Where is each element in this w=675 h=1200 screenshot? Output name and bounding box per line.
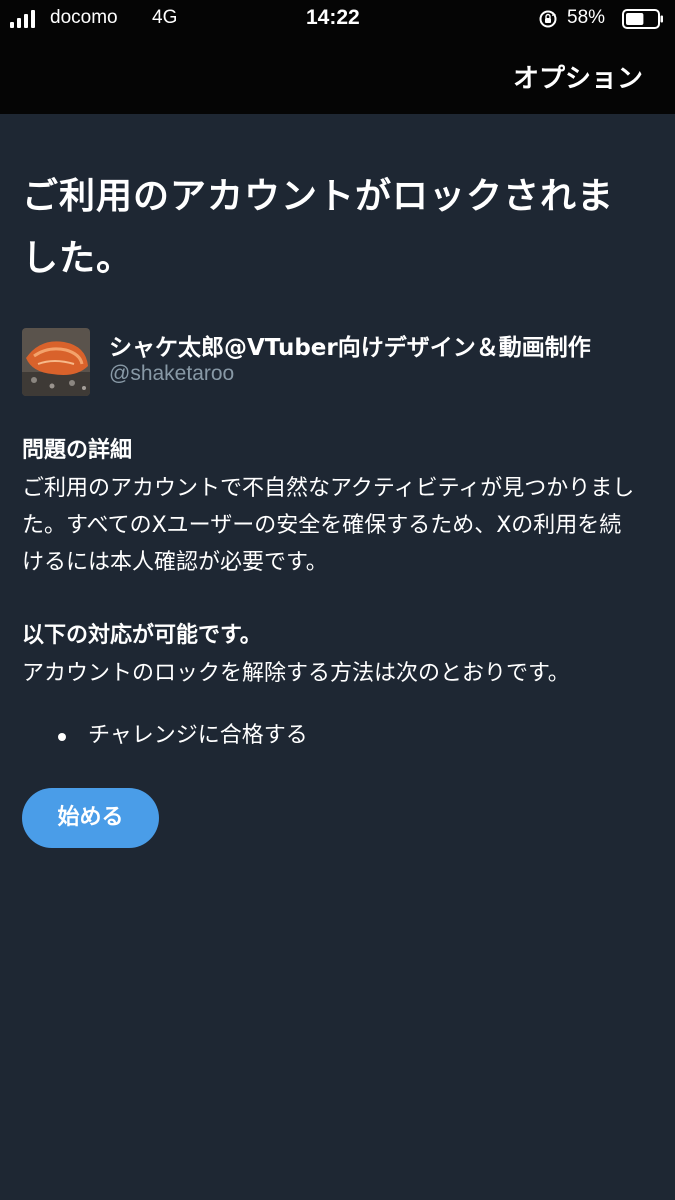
rotation-lock-icon	[539, 10, 557, 28]
network-type: 4G	[152, 7, 178, 28]
status-bar: docomo 4G 14:22 58%	[0, 0, 675, 38]
status-time: 14:22	[306, 6, 360, 29]
carrier-name: docomo	[50, 7, 118, 28]
list-item-label: チャレンジに合格する	[88, 723, 308, 748]
page-title: ご利用のアカウントがロックされました。	[22, 176, 615, 279]
avatar	[22, 328, 90, 396]
details-body: ご利用のアカウントで不自然なアクティビティが見つかりました。すべてのXユーザーの…	[22, 476, 635, 575]
account-card: シャケ太郎@VTuber向けデザイン＆動画制作 @shaketaroo	[22, 328, 642, 398]
list-item: チャレンジに合格する	[22, 716, 642, 756]
details-heading: 問題の詳細	[22, 438, 133, 463]
options-body: アカウントのロックを解除する方法は次のとおりです。	[22, 661, 570, 686]
bullet-icon	[58, 733, 66, 741]
account-handle: @shaketaroo	[109, 362, 235, 385]
avatar-image	[22, 328, 90, 396]
battery-percentage: 58%	[567, 7, 606, 28]
account-display-name: シャケ太郎@VTuber向けデザイン＆動画制作	[109, 335, 591, 361]
battery-icon	[622, 9, 663, 29]
top-bar: docomo 4G 14:22 58% オプション	[0, 0, 675, 114]
start-button[interactable]: 始める	[22, 788, 159, 848]
options-heading: 以下の対応が可能です。	[22, 623, 262, 648]
unlock-methods-list: チャレンジに合格する	[22, 716, 642, 756]
signal-strength-icon	[10, 10, 35, 28]
main-content: ご利用のアカウントがロックされました。 シャケ太郎@VTuber向けデザイン＆動…	[22, 114, 642, 848]
options-button[interactable]: オプション	[513, 58, 643, 95]
